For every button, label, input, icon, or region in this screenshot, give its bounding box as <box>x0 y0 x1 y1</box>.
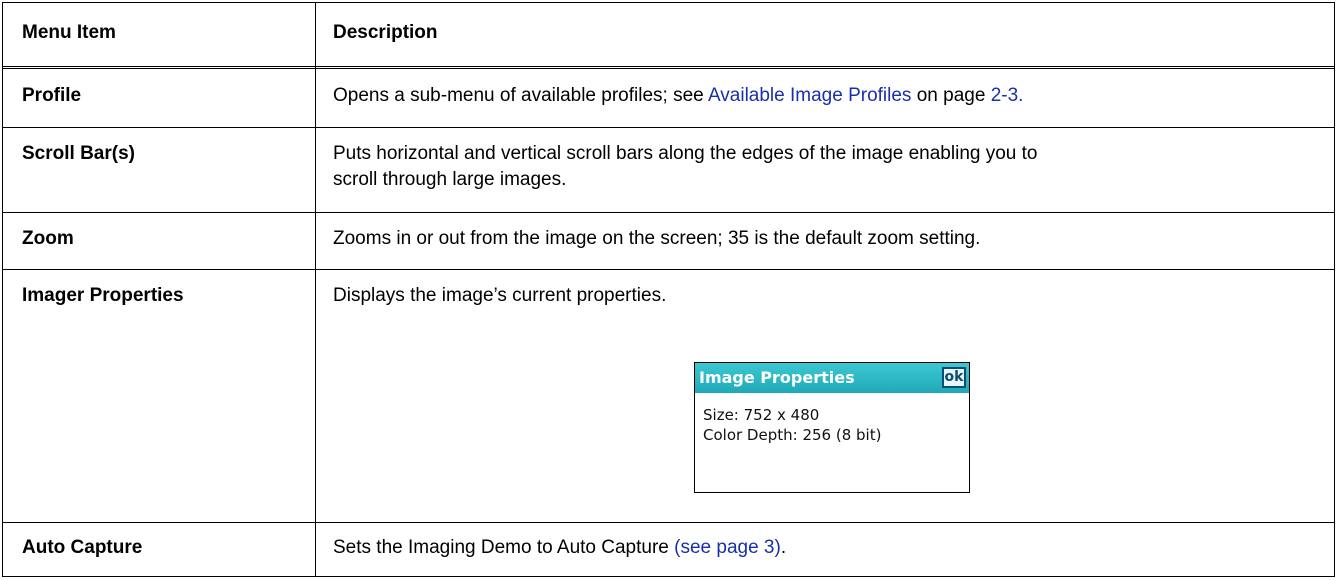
description-auto-capture: Sets the Imaging Demo to Auto Capture (s… <box>333 535 1323 561</box>
header-menu-item: Menu Item <box>22 22 116 43</box>
image-size: Size: 752 x 480 <box>703 406 820 424</box>
description-text: Sets the Imaging Demo to Auto Capture <box>333 537 675 558</box>
table-row-profile: Profile Opens a sub-menu of available pr… <box>3 69 1334 128</box>
menu-item-auto-capture: Auto Capture <box>22 537 143 558</box>
table-row-zoom: Zoom Zooms in or out from the image on t… <box>3 212 1334 270</box>
table-header-row: Menu Item Description <box>3 3 1334 69</box>
dialog-title-bar: Image Properties ok <box>695 363 969 393</box>
menu-item-scroll-bars: Scroll Bar(s) <box>22 143 135 164</box>
description-line: Puts horizontal and vertical scroll bars… <box>333 143 1038 164</box>
menu-items-table: Menu Item Description Profile Opens a su… <box>2 2 1335 577</box>
image-properties-dialog: Image Properties ok Size: 752 x 480 Colo… <box>694 362 970 493</box>
menu-item-imager-properties: Imager Properties <box>22 285 184 306</box>
dialog-title: Image Properties <box>699 368 855 387</box>
dialog-body: Size: 752 x 480 Color Depth: 256 (8 bit) <box>703 405 881 445</box>
ok-button[interactable]: ok <box>942 367 966 388</box>
header-description: Description <box>333 22 438 43</box>
available-image-profiles-link[interactable]: Available Image Profiles <box>708 85 911 106</box>
description-scroll-bars: Puts horizontal and vertical scroll bars… <box>333 141 1323 193</box>
description-profile: Opens a sub-menu of available profiles; … <box>333 83 1323 109</box>
see-page-3-link[interactable]: (see page 3) <box>674 537 781 558</box>
description-text: Opens a sub-menu of available profiles; … <box>333 85 708 106</box>
table-row-imager-properties: Imager Properties Displays the image’s c… <box>3 269 1334 523</box>
page-2-3-link[interactable]: 2-3. <box>991 85 1024 106</box>
menu-item-profile: Profile <box>22 85 82 106</box>
description-text: on page <box>911 85 991 106</box>
color-depth: Color Depth: 256 (8 bit) <box>703 426 882 444</box>
description-zoom: Zooms in or out from the image on the sc… <box>333 228 981 249</box>
description-imager-properties: Displays the image’s current properties. <box>333 285 667 306</box>
table-row-scroll-bars: Scroll Bar(s) Puts horizontal and vertic… <box>3 127 1334 213</box>
description-text: . <box>780 537 787 558</box>
description-line: scroll through large images. <box>333 169 567 190</box>
menu-item-zoom: Zoom <box>22 228 74 249</box>
table-row-auto-capture: Auto Capture Sets the Imaging Demo to Au… <box>3 522 1334 576</box>
